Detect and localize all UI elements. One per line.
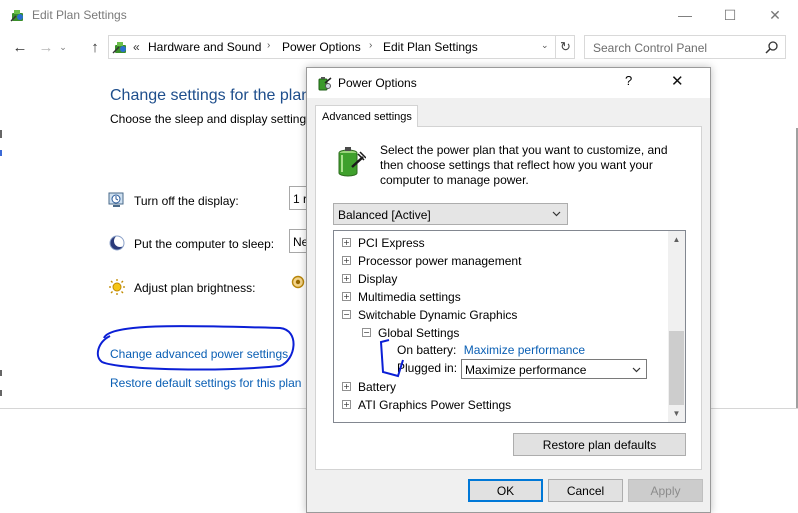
chevron-down-icon <box>632 367 641 373</box>
address-dropdown-icon[interactable]: ⌄ <box>541 40 549 51</box>
battery-plug-icon <box>338 147 366 177</box>
address-bar[interactable]: « Hardware and Sound › Power Options › E… <box>108 35 575 59</box>
apply-button[interactable]: Apply <box>628 479 703 502</box>
scroll-thumb[interactable] <box>669 331 684 405</box>
restore-default-settings-link[interactable]: Restore default settings for this plan <box>110 376 301 390</box>
advanced-settings-panel: Select the power plan that you want to c… <box>315 126 702 470</box>
maximize-button[interactable]: ☐ <box>707 0 753 30</box>
plugged-in-value: Maximize performance <box>465 363 587 377</box>
setting-label: Adjust plan brightness: <box>134 281 256 295</box>
power-options-dialog: Power Options ? ✕ Advanced settings Sele… <box>306 67 711 513</box>
background-window-edge <box>0 150 2 156</box>
breadcrumb-separator-icon[interactable]: › <box>267 40 270 51</box>
tree-item-label: Processor power management <box>358 254 522 268</box>
tree-item-label: Multimedia settings <box>358 290 461 304</box>
tree-item-label: Plugged in: <box>397 361 458 375</box>
sun-brightness-icon <box>109 279 125 295</box>
settings-tree[interactable]: + PCI Express + Processor power manageme… <box>333 230 686 423</box>
setting-label: Turn off the display: <box>134 194 239 208</box>
tree-item-label: PCI Express <box>358 236 425 250</box>
scroll-up-icon[interactable]: ▲ <box>668 231 685 248</box>
tree-item-plugged-in[interactable]: Plugged in: <box>397 361 457 378</box>
power-plan-select[interactable]: Balanced [Active] <box>333 203 568 225</box>
tree-item-label: ATI Graphics Power Settings <box>358 398 512 412</box>
close-button[interactable]: ✕ <box>752 0 798 30</box>
control-panel-icon <box>10 10 23 22</box>
expand-icon[interactable]: + <box>342 238 351 247</box>
brightness-slider-thumb[interactable] <box>291 275 305 289</box>
restore-plan-defaults-button[interactable]: Restore plan defaults <box>513 433 686 456</box>
tree-item-label: Battery <box>358 380 397 394</box>
search-icon[interactable] <box>765 40 779 54</box>
tree-scrollbar[interactable]: ▲ ▼ <box>668 231 685 422</box>
plugged-in-select[interactable]: Maximize performance <box>461 359 647 379</box>
tree-item-on-battery[interactable]: On battery: Maximize performance <box>397 343 585 360</box>
back-button[interactable]: ← <box>9 36 31 58</box>
collapse-icon[interactable]: − <box>362 328 371 337</box>
title-bar: Edit Plan Settings — ☐ ✕ <box>0 0 798 30</box>
dialog-close-button[interactable]: ✕ <box>671 72 684 90</box>
breadcrumb-edit-plan-settings[interactable]: Edit Plan Settings <box>383 40 478 54</box>
search-input[interactable]: Search Control Panel <box>584 35 786 59</box>
setting-label: Put the computer to sleep: <box>134 237 275 251</box>
power-plan-value: Balanced [Active] <box>338 208 431 222</box>
scroll-down-icon[interactable]: ▼ <box>668 405 685 422</box>
intro-text: Select the power plan that you want to c… <box>380 143 668 187</box>
page-subtitle: Choose the sleep and display settings <box>110 112 313 126</box>
background-window-edge <box>0 370 2 376</box>
tree-item-label: Display <box>358 272 398 286</box>
change-advanced-power-settings-link[interactable]: Change advanced power settings <box>110 347 288 361</box>
window-title: Edit Plan Settings <box>32 8 127 22</box>
expand-icon[interactable]: + <box>342 274 351 283</box>
breadcrumb-hardware-and-sound[interactable]: Hardware and Sound <box>148 40 261 54</box>
dialog-title: Power Options <box>338 76 417 90</box>
dialog-title-bar: Power Options ? ✕ <box>307 68 710 98</box>
monitor-clock-icon <box>108 192 124 207</box>
chevron-down-icon <box>552 211 561 217</box>
expand-icon[interactable]: + <box>342 292 351 301</box>
cancel-button[interactable]: Cancel <box>548 479 623 502</box>
tree-item-label: On battery: <box>397 343 457 357</box>
background-window-edge <box>0 390 2 396</box>
divider <box>710 408 798 409</box>
up-button[interactable]: ↑ <box>84 36 106 58</box>
forward-button[interactable]: → <box>35 36 57 58</box>
tree-item-label: Switchable Dynamic Graphics <box>358 308 518 322</box>
ok-button[interactable]: OK <box>468 479 543 502</box>
power-options-icon <box>318 77 332 91</box>
address-overflow-icon[interactable]: « <box>133 40 140 54</box>
navigation-bar: ← → ⌄ ↑ « Hardware and Sound › Power Opt… <box>0 32 798 62</box>
collapse-icon[interactable]: − <box>342 310 351 319</box>
on-battery-value-link[interactable]: Maximize performance <box>464 343 585 357</box>
refresh-button[interactable]: ↻ <box>555 36 575 58</box>
divider <box>0 408 308 409</box>
tree-item-label: Global Settings <box>378 326 460 340</box>
expand-icon[interactable]: + <box>342 382 351 391</box>
background-window-edge <box>0 130 2 138</box>
search-placeholder: Search Control Panel <box>593 41 708 55</box>
breadcrumb-separator-icon[interactable]: › <box>369 40 372 51</box>
moon-sleep-icon <box>109 235 126 251</box>
recent-locations-button[interactable]: ⌄ <box>56 36 70 58</box>
help-button[interactable]: ? <box>625 73 632 88</box>
breadcrumb-power-options[interactable]: Power Options <box>282 40 361 54</box>
expand-icon[interactable]: + <box>342 256 351 265</box>
minimize-button[interactable]: — <box>662 0 708 30</box>
expand-icon[interactable]: + <box>342 400 351 409</box>
control-panel-icon <box>112 42 126 54</box>
tab-advanced-settings[interactable]: Advanced settings <box>315 105 418 127</box>
page-heading: Change settings for the plan: <box>110 87 315 104</box>
